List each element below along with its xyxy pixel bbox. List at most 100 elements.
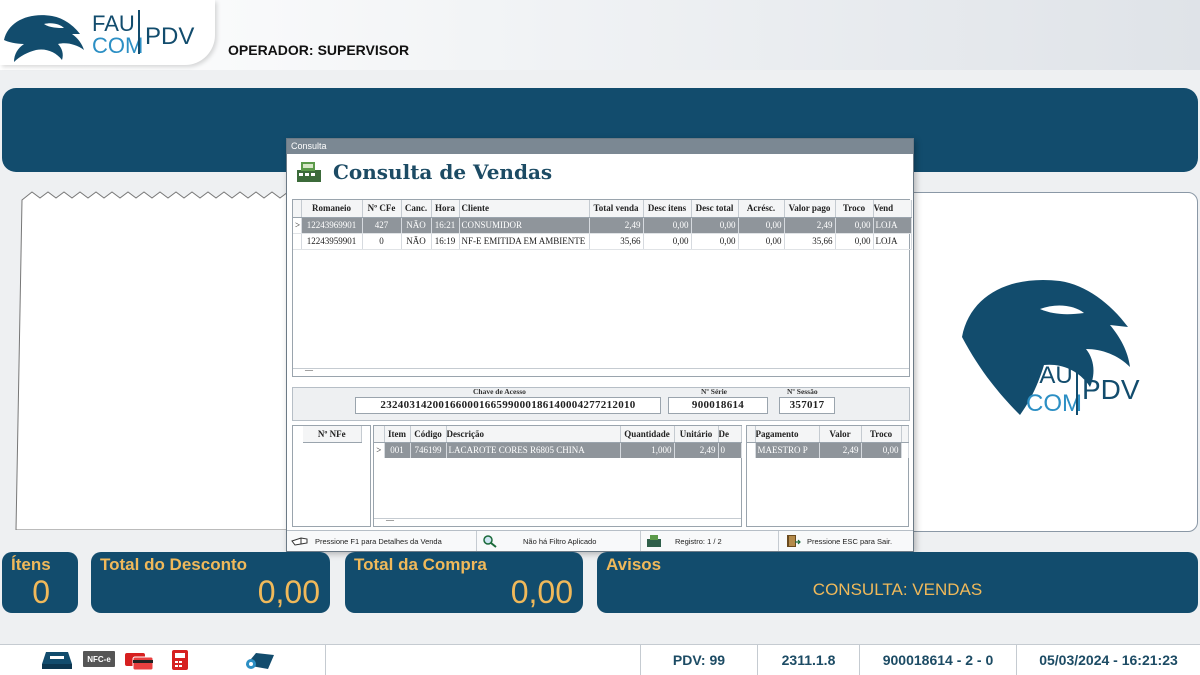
table-row[interactable]: > 001 746199 LACAROTE CORES R6805 CHINA … — [374, 442, 742, 458]
status-spacer — [326, 645, 640, 675]
sessao-label: Nº Sessão — [787, 387, 818, 396]
column-header[interactable]: Valor — [819, 426, 862, 443]
logo-tab: FAU COM PDV — [0, 0, 215, 65]
status-bar: NFC-e PDV: 99 2311.1.8 900018614 - 2 - 0… — [0, 644, 1200, 675]
status-registro-text: Registro: 1 / 2 — [675, 536, 722, 546]
column-header[interactable]: Pagamento — [755, 426, 820, 443]
svg-text:FAU: FAU — [1026, 362, 1073, 389]
column-header[interactable]: Desc itens — [643, 200, 692, 218]
chave-field[interactable]: 2324031420016600016659900018614000427721… — [355, 397, 661, 414]
table-row[interactable]: 12243959901 0 NÃO 16:19 NF-E EMITIDA EM … — [293, 233, 912, 250]
column-header[interactable]: Nº CFe — [362, 200, 402, 218]
status-filter[interactable]: Não há Filtro Aplicado — [477, 531, 641, 551]
indicator-header — [293, 200, 302, 218]
column-header[interactable]: Item — [384, 426, 411, 443]
items-grid[interactable]: Item Código Descrição Quantidade Unitári… — [373, 425, 742, 527]
nfce-icon[interactable]: NFC-e — [82, 650, 116, 668]
avisos-label: Avisos — [606, 555, 662, 574]
table-cell: 2,49 — [784, 217, 836, 234]
avisos-message: CONSULTA: VENDAS — [812, 580, 983, 599]
pdv-number: PDV: 99 — [640, 645, 757, 675]
faucom-pdv-logo: FAU COM PDV — [4, 10, 194, 62]
column-header[interactable]: Nº NFe — [303, 426, 362, 443]
chave-label: Chave de Acesso — [473, 387, 526, 396]
itens-label: Ítens — [11, 555, 51, 574]
register-icon — [647, 535, 661, 547]
table-cell: 16:19 — [431, 233, 460, 250]
column-header[interactable]: Romaneio — [301, 200, 363, 218]
table-cell: CONSUMIDOR — [459, 217, 590, 234]
card-payment-icon[interactable] — [123, 649, 155, 671]
version-number: 2311.1.8 — [757, 645, 859, 675]
column-header[interactable]: Desc total — [691, 200, 739, 218]
desconto-box: Total do Desconto 0,00 — [91, 552, 330, 613]
column-header[interactable]: Descrição — [446, 426, 621, 443]
sales-grid[interactable]: Romaneio Nº CFe Canc. Hora Cliente Total… — [292, 199, 912, 377]
table-cell: NÃO — [401, 217, 432, 234]
grid-footer-marker: — — [305, 365, 313, 374]
table-cell: MAESTRO P — [755, 442, 820, 458]
nfe-list[interactable]: Nº NFe — [292, 425, 371, 527]
access-key-panel: Chave de Acesso 232403142001660001665990… — [292, 387, 910, 421]
table-cell: 0 — [362, 233, 402, 250]
column-header[interactable]: Hora — [431, 200, 460, 218]
table-cell: 1,000 — [620, 442, 675, 458]
column-header[interactable]: De — [718, 426, 742, 443]
serie-field[interactable]: 900018614 — [668, 397, 768, 414]
itens-box: Ítens 0 — [2, 552, 78, 613]
compra-label: Total da Compra — [354, 555, 487, 574]
serie-label: Nº Série — [701, 387, 728, 396]
table-cell: 0,00 — [643, 233, 692, 250]
column-header[interactable]: Troco — [835, 200, 874, 218]
status-f1[interactable]: Pressione F1 para Detalhes da Venda — [287, 531, 477, 551]
column-header[interactable]: Código — [410, 426, 447, 443]
table-cell: 0,00 — [738, 233, 785, 250]
status-esc[interactable]: Pressione ESC para Sair. — [779, 531, 913, 551]
column-header[interactable]: Vend — [873, 200, 912, 218]
cash-drawer-icon[interactable] — [40, 648, 74, 672]
indicator-header — [293, 426, 303, 442]
consulta-vendas-dialog[interactable]: Consulta Consulta de Vendas Romaneio Nº … — [286, 138, 914, 552]
dialog-titlebar[interactable]: Consulta — [287, 139, 913, 154]
printer-icon[interactable] — [168, 648, 192, 672]
table-row[interactable]: > 12243969901 427 NÃO 16:21 CONSUMIDOR 2… — [293, 217, 912, 234]
column-header[interactable]: Troco — [861, 426, 902, 443]
itens-value: 0 — [32, 574, 50, 610]
column-header[interactable]: Total venda — [589, 200, 644, 218]
column-header[interactable]: Canc. — [401, 200, 432, 218]
payment-grid[interactable]: Pagamento Valor Troco MAESTRO P 2,49 0,0… — [746, 425, 909, 527]
table-cell: LOJA — [873, 233, 912, 250]
svg-text:NFC-e: NFC-e — [87, 655, 111, 664]
row-indicator — [293, 233, 302, 250]
table-cell: 0,00 — [691, 233, 739, 250]
svg-text:PDV: PDV — [145, 23, 194, 50]
spacer-header — [901, 426, 909, 443]
sessao-field[interactable]: 357017 — [779, 397, 835, 414]
column-header[interactable]: Quantidade — [620, 426, 675, 443]
table-row[interactable]: MAESTRO P 2,49 0,00 — [747, 442, 909, 458]
svg-text:COM: COM — [1026, 390, 1082, 417]
cash-register-icon — [297, 162, 321, 182]
indicator-header — [747, 426, 756, 443]
desconto-label: Total do Desconto — [100, 555, 248, 574]
status-filter-text: Não há Filtro Aplicado — [523, 536, 597, 546]
spacer-header — [361, 426, 370, 442]
row-indicator: > — [374, 442, 385, 458]
desconto-value: 0,00 — [257, 574, 320, 610]
column-header[interactable]: Cliente — [459, 200, 590, 218]
table-cell: 35,66 — [589, 233, 644, 250]
paper-roll-icon[interactable] — [242, 649, 278, 671]
operator-name: SUPERVISOR — [317, 42, 410, 58]
table-cell: LOJA — [873, 217, 912, 234]
column-header[interactable]: Acrésc. — [738, 200, 785, 218]
table-cell: 2,49 — [674, 442, 719, 458]
svg-text:COM: COM — [92, 33, 143, 58]
column-header[interactable]: Valor pago — [784, 200, 836, 218]
device-icons: NFC-e — [0, 645, 326, 675]
dialog-header: Consulta de Vendas — [287, 154, 913, 190]
column-header[interactable]: Unitário — [674, 426, 719, 443]
table-cell: 0 — [718, 442, 742, 458]
operator-info: OPERADOR: SUPERVISOR — [228, 42, 409, 58]
avisos-box: Avisos CONSULTA: VENDAS — [597, 552, 1198, 613]
date-time: 05/03/2024 - 16:21:23 — [1016, 645, 1200, 675]
